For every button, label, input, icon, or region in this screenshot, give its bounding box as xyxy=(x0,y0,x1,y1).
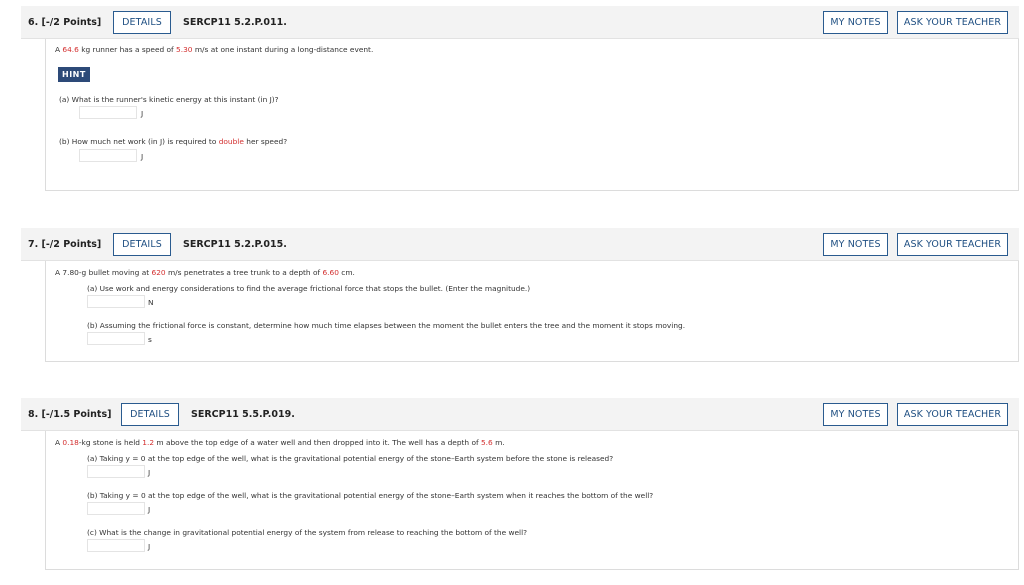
details-button[interactable]: DETAILS xyxy=(113,11,171,34)
hint-button[interactable]: HINT xyxy=(58,67,90,82)
question-code: SERCP11 5.2.P.011. xyxy=(183,17,287,28)
question-7: 7. [-/2 Points] DETAILS SERCP11 5.2.P.01… xyxy=(21,228,1019,362)
part-b-prompt: (b) Taking y = 0 at the top edge of the … xyxy=(87,491,654,500)
part-b-answer-field[interactable] xyxy=(87,502,145,515)
question-6: 6. [-/2 Points] DETAILS SERCP11 5.2.P.01… xyxy=(21,6,1019,191)
ask-teacher-button[interactable]: ASK YOUR TEACHER xyxy=(897,403,1008,426)
ask-teacher-button[interactable]: ASK YOUR TEACHER xyxy=(897,233,1008,256)
part-b-prompt: (b) Assuming the frictional force is con… xyxy=(87,321,686,330)
part-b-answer-field[interactable] xyxy=(87,332,145,345)
question-body: A 0.18-kg stone is held 1.2 m above the … xyxy=(45,431,1019,570)
my-notes-button[interactable]: MY NOTES xyxy=(823,403,888,426)
part-b-answer-field[interactable] xyxy=(79,149,137,162)
details-button[interactable]: DETAILS xyxy=(113,233,171,256)
question-header: 7. [-/2 Points] DETAILS SERCP11 5.2.P.01… xyxy=(21,228,1019,261)
part-a-prompt: (a) Taking y = 0 at the top edge of the … xyxy=(87,454,614,463)
part-a-prompt: (a) What is the runner's kinetic energy … xyxy=(59,95,279,104)
question-stem: A 0.18-kg stone is held 1.2 m above the … xyxy=(55,438,505,447)
ask-teacher-button[interactable]: ASK YOUR TEACHER xyxy=(897,11,1008,34)
part-a-prompt: (a) Use work and energy considerations t… xyxy=(87,284,531,293)
part-b-prompt: (b) How much net work (in J) is required… xyxy=(59,137,288,146)
question-code: SERCP11 5.5.P.019. xyxy=(191,409,295,420)
question-number: 8. [-/1.5 Points] xyxy=(28,409,112,420)
part-a-answer-field[interactable] xyxy=(87,465,145,478)
question-header: 6. [-/2 Points] DETAILS SERCP11 5.2.P.01… xyxy=(21,6,1019,39)
question-code: SERCP11 5.2.P.015. xyxy=(183,239,287,250)
question-8: 8. [-/1.5 Points] DETAILS SERCP11 5.5.P.… xyxy=(21,398,1019,570)
part-c-answer-field[interactable] xyxy=(87,539,145,552)
part-a-answer-field[interactable] xyxy=(87,295,145,308)
question-number: 6. [-/2 Points] xyxy=(28,17,102,28)
part-a-unit: J xyxy=(148,468,151,477)
my-notes-button[interactable]: MY NOTES xyxy=(823,11,888,34)
part-a-answer-field[interactable] xyxy=(79,106,137,119)
part-b-unit: s xyxy=(148,335,152,344)
part-a-unit: J xyxy=(141,109,144,118)
question-number: 7. [-/2 Points] xyxy=(28,239,102,250)
part-c-unit: J xyxy=(148,542,151,551)
part-a-unit: N xyxy=(148,298,154,307)
question-stem: A 64.6 kg runner has a speed of 5.30 m/s… xyxy=(55,45,374,54)
part-c-prompt: (c) What is the change in gravitational … xyxy=(87,528,528,537)
question-stem: A 7.80-g bullet moving at 620 m/s penetr… xyxy=(55,268,355,277)
question-body: A 7.80-g bullet moving at 620 m/s penetr… xyxy=(45,261,1019,362)
details-button[interactable]: DETAILS xyxy=(121,403,179,426)
question-body: A 64.6 kg runner has a speed of 5.30 m/s… xyxy=(45,39,1019,191)
question-header: 8. [-/1.5 Points] DETAILS SERCP11 5.5.P.… xyxy=(21,398,1019,431)
part-b-unit: J xyxy=(148,505,151,514)
my-notes-button[interactable]: MY NOTES xyxy=(823,233,888,256)
part-b-unit: J xyxy=(141,152,144,161)
